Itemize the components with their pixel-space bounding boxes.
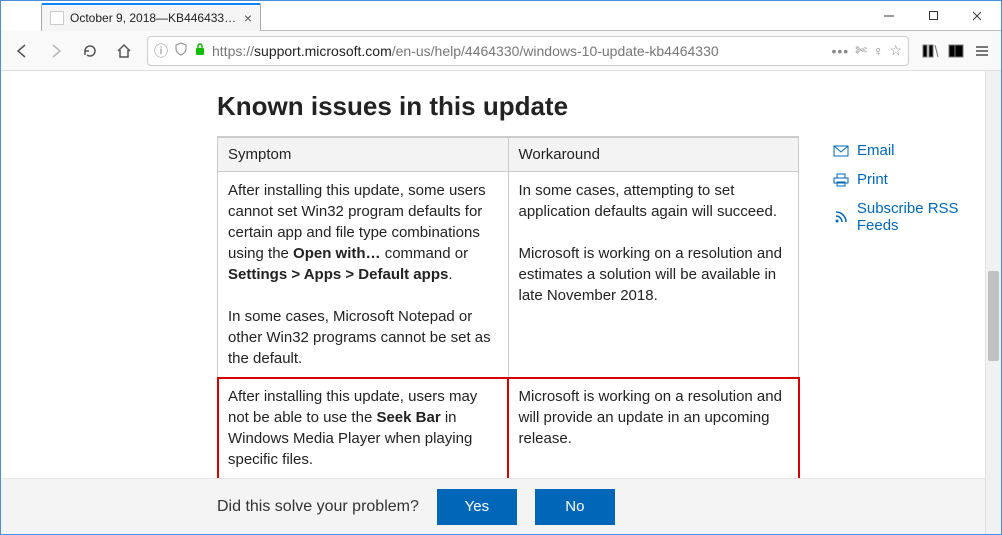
- scrollbar[interactable]: [985, 71, 1001, 534]
- forward-button[interactable]: [41, 36, 71, 66]
- identity-icon[interactable]: ⓘ: [154, 41, 168, 61]
- tab-close-icon[interactable]: ×: [244, 10, 252, 26]
- maximize-button[interactable]: [911, 2, 955, 30]
- browser-toolbar: ⓘ https://support.microsoft.com/en-us/he…: [1, 31, 1001, 71]
- reload-button[interactable]: [75, 36, 105, 66]
- rss-link[interactable]: Subscribe RSS Feeds: [833, 200, 1001, 234]
- menu-icon[interactable]: [973, 42, 991, 60]
- feedback-no-button[interactable]: No: [535, 489, 615, 525]
- known-issues-table: Symptom Workaround After installing this…: [217, 137, 799, 479]
- tab-favicon: [50, 11, 64, 25]
- address-bar[interactable]: ⓘ https://support.microsoft.com/en-us/he…: [147, 36, 909, 66]
- url-text: https://support.microsoft.com/en-us/help…: [212, 43, 825, 59]
- titlebar: October 9, 2018—KB4464330 (OS Bu ×: [1, 1, 1001, 31]
- email-icon: [833, 145, 849, 157]
- window-controls: [867, 1, 1001, 31]
- page-heading: Known issues in this update: [217, 91, 1001, 122]
- workaround-cell: In some cases, attempting to set applica…: [508, 172, 799, 378]
- rss-icon: [833, 210, 849, 224]
- col-workaround: Workaround: [508, 138, 799, 172]
- symptom-cell: After installing this update, some users…: [218, 172, 509, 378]
- tab-title: October 9, 2018—KB4464330 (OS Bu: [70, 11, 238, 25]
- browser-tab[interactable]: October 9, 2018—KB4464330 (OS Bu ×: [41, 3, 261, 31]
- home-button[interactable]: [109, 36, 139, 66]
- feedback-bar: Did this solve your problem? Yes No: [1, 478, 1001, 534]
- lightbulb-icon[interactable]: ♀: [873, 43, 884, 59]
- share-sidebar: Email Print Subscribe RSS Feeds: [833, 136, 1001, 246]
- lock-icon[interactable]: [194, 42, 206, 59]
- feedback-yes-button[interactable]: Yes: [437, 489, 517, 525]
- minimize-button[interactable]: [867, 2, 911, 30]
- table-row-highlighted: After installing this update, users may …: [218, 378, 799, 479]
- page-content: Known issues in this update Symptom Work…: [1, 71, 1001, 534]
- star-icon[interactable]: ☆: [889, 42, 902, 59]
- print-icon: [833, 173, 849, 187]
- symptom-cell: After installing this update, users may …: [218, 378, 509, 479]
- bookmark-dots-icon[interactable]: •••: [831, 43, 849, 59]
- email-link[interactable]: Email: [833, 142, 1001, 159]
- back-button[interactable]: [7, 36, 37, 66]
- sidebar-toggle-icon[interactable]: [947, 42, 965, 60]
- library-icon[interactable]: [921, 42, 939, 60]
- col-symptom: Symptom: [218, 138, 509, 172]
- close-button[interactable]: [955, 2, 999, 30]
- shield-icon[interactable]: [174, 42, 188, 59]
- scissors-icon[interactable]: ✄: [855, 42, 867, 59]
- workaround-cell: Microsoft is working on a resolution and…: [508, 378, 799, 479]
- feedback-question: Did this solve your problem?: [217, 498, 419, 516]
- print-link[interactable]: Print: [833, 171, 1001, 188]
- table-row: After installing this update, some users…: [218, 172, 799, 378]
- scroll-thumb[interactable]: [988, 271, 999, 361]
